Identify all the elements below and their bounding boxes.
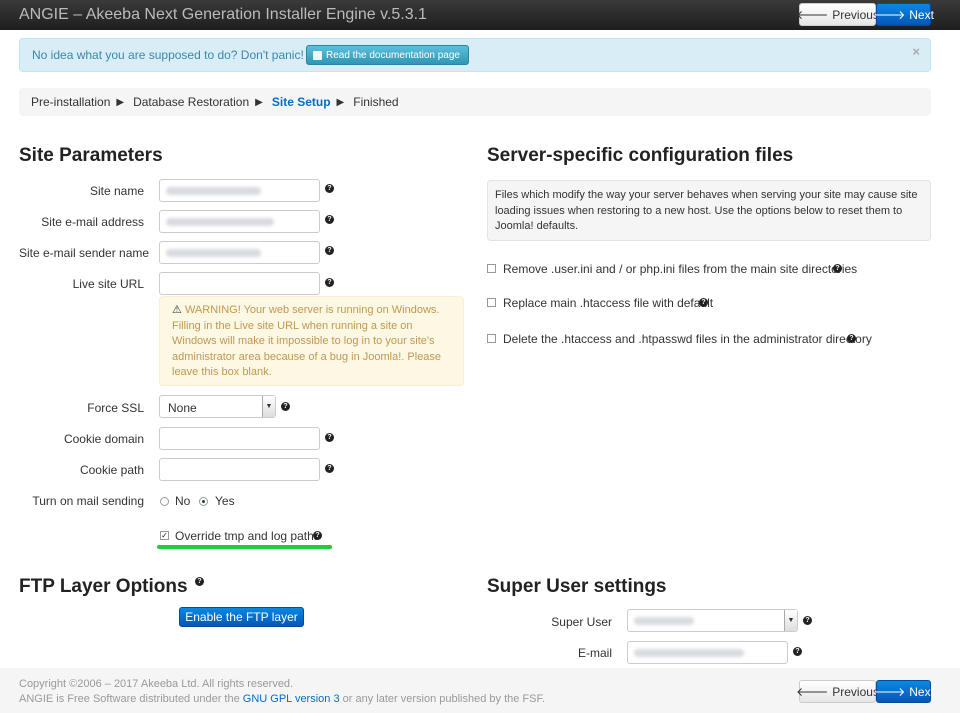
super-user-heading: Super User settings <box>487 576 667 597</box>
site-parameters-heading: Site Parameters <box>19 145 163 166</box>
help-icon[interactable]: ? <box>793 647 802 656</box>
override-paths-label: Override tmp and log paths <box>175 529 320 543</box>
mail-yes-radio[interactable] <box>199 497 208 506</box>
sender-name-input[interactable] <box>159 241 320 264</box>
sender-name-label: Site e-mail sender name <box>19 246 150 260</box>
mail-yes-label: Yes <box>215 494 235 508</box>
site-name-label: Site name <box>89 184 144 198</box>
help-icon[interactable]: ? <box>195 577 204 586</box>
top-bar: ANGIE – Akeeba Next Generation Installer… <box>0 0 960 30</box>
help-icon[interactable]: ? <box>699 298 708 307</box>
override-paths-checkbox[interactable]: ✓ <box>160 531 169 540</box>
breadcrumb-finished[interactable]: Finished <box>353 95 398 109</box>
previous-button-top[interactable]: 🡐 Previous <box>796 3 879 26</box>
help-icon[interactable]: ? <box>847 334 856 343</box>
cookie-path-input[interactable] <box>159 458 320 481</box>
next-button-bottom[interactable]: 🡒 Next <box>873 680 934 703</box>
super-user-label: Super User <box>551 615 612 629</box>
site-email-input[interactable] <box>159 210 320 233</box>
license-text: ANGIE is Free Software distributed under… <box>19 693 546 705</box>
alert-text: No idea what you are supposed to do? Don… <box>32 48 304 62</box>
server-config-info: Files which modify the way your server b… <box>487 180 931 241</box>
super-user-email-label: E-mail <box>577 646 612 660</box>
help-icon[interactable]: ? <box>325 433 334 442</box>
mail-no-label: No <box>175 494 191 508</box>
force-ssl-select[interactable]: None ▼ <box>159 395 276 418</box>
enable-ftp-button[interactable]: Enable the FTP layer <box>179 607 304 627</box>
cookie-path-label: Cookie path <box>79 463 144 477</box>
app-title: ANGIE – Akeeba Next Generation Installer… <box>19 6 427 23</box>
breadcrumb-site-setup[interactable]: Site Setup <box>272 95 331 109</box>
book-icon <box>313 50 322 60</box>
arrow-right-icon: 🡒 <box>873 8 906 22</box>
help-icon[interactable]: ? <box>313 531 322 540</box>
next-button-top[interactable]: 🡒 Next <box>873 3 934 26</box>
cookie-domain-input[interactable] <box>159 427 320 450</box>
chevron-right-icon: ▶ <box>116 96 125 108</box>
remove-userini-checkbox[interactable] <box>487 264 496 273</box>
help-icon[interactable]: ? <box>281 402 290 411</box>
alert-close-icon[interactable]: × <box>912 44 920 59</box>
help-alert: No idea what you are supposed to do? Don… <box>19 38 931 72</box>
help-icon[interactable]: ? <box>803 616 812 625</box>
gpl-link[interactable]: GNU GPL version 3 <box>243 693 340 705</box>
chevron-down-icon: ▼ <box>784 610 797 631</box>
warning-triangle-icon: ⚠ <box>172 304 182 316</box>
chevron-right-icon: ▶ <box>336 96 345 108</box>
replace-htaccess-checkbox[interactable] <box>487 298 496 307</box>
help-icon[interactable]: ? <box>833 264 842 273</box>
delete-admin-htaccess-checkbox[interactable] <box>487 334 496 343</box>
site-email-label: Site e-mail address <box>41 215 144 229</box>
super-user-select[interactable]: ▼ <box>627 609 798 632</box>
remove-userini-label: Remove .user.ini and / or php.ini files … <box>503 262 858 276</box>
arrow-right-icon: 🡒 <box>873 685 906 699</box>
help-icon[interactable]: ? <box>325 184 334 193</box>
chevron-right-icon: ▶ <box>255 96 263 108</box>
arrow-left-icon: 🡐 <box>796 8 829 22</box>
help-icon[interactable]: ? <box>325 278 334 287</box>
previous-button-bottom[interactable]: 🡐 Previous <box>796 680 879 703</box>
live-site-url-input[interactable] <box>159 272 320 295</box>
live-site-url-label: Live site URL <box>72 277 144 291</box>
delete-admin-htaccess-label: Delete the .htaccess and .htpasswd files… <box>503 332 872 346</box>
site-name-input[interactable] <box>159 179 320 202</box>
replace-htaccess-label: Replace main .htaccess file with default <box>503 296 714 310</box>
copyright-text: Copyright ©2006 – 2017 Akeeba Ltd. All r… <box>19 678 294 690</box>
server-config-heading: Server-specific configuration files <box>487 145 794 166</box>
breadcrumb: Pre-installation ▶ Database Restoration ▶ … <box>19 88 931 116</box>
help-icon[interactable]: ? <box>325 215 334 224</box>
super-user-email-input[interactable] <box>627 641 788 664</box>
breadcrumb-database-restoration[interactable]: Database Restoration <box>133 95 249 109</box>
highlight-underline <box>157 545 332 549</box>
help-icon[interactable]: ? <box>325 464 334 473</box>
ftp-heading: FTP Layer Options <box>19 576 188 597</box>
read-documentation-button[interactable]: Read the documentation page <box>306 45 469 65</box>
mail-sending-label: Turn on mail sending <box>32 494 144 508</box>
footer: Copyright ©2006 – 2017 Akeeba Ltd. All r… <box>0 668 960 713</box>
cookie-domain-label: Cookie domain <box>63 432 144 446</box>
force-ssl-label: Force SSL <box>87 401 144 415</box>
arrow-left-icon: 🡐 <box>796 685 829 699</box>
breadcrumb-pre-installation[interactable]: Pre-installation <box>31 95 110 109</box>
help-icon[interactable]: ? <box>325 246 334 255</box>
windows-warning: ⚠ WARNING! Your web server is running on… <box>159 296 464 386</box>
chevron-down-icon: ▼ <box>262 396 275 417</box>
mail-no-radio[interactable] <box>160 497 169 506</box>
